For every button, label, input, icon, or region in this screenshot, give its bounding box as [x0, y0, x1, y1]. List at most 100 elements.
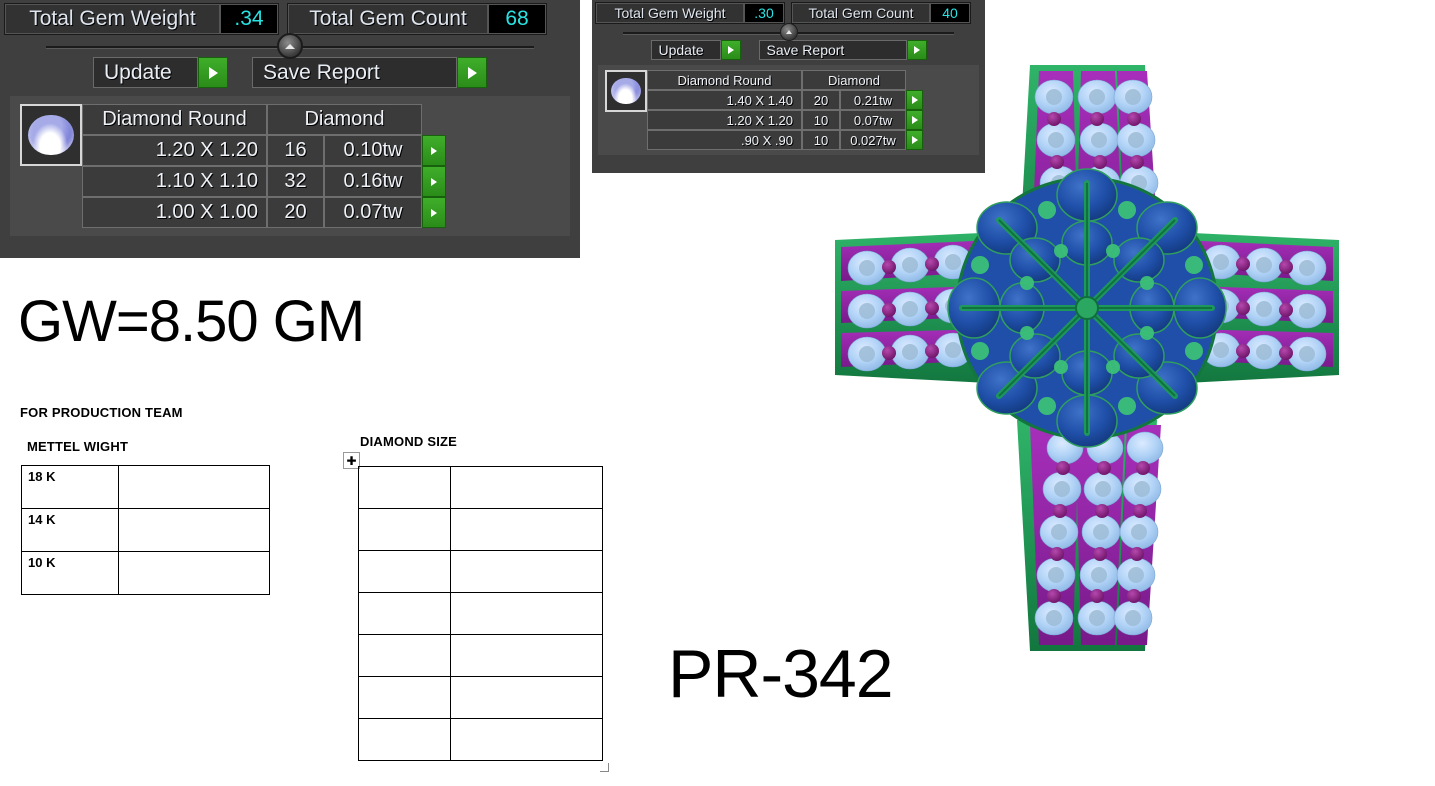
diamond-size-cell[interactable]	[359, 509, 451, 551]
karat-value-cell[interactable]	[119, 509, 270, 552]
column-header-diamond-round: Diamond Round	[82, 104, 267, 135]
table-row	[359, 719, 603, 761]
cross-arm-bottom	[1017, 420, 1163, 651]
gem-table-rows: Diamond Round Diamond 1.20 X 1.20 16 0.1…	[82, 104, 560, 228]
diamond-qty-cell[interactable]	[451, 509, 603, 551]
total-gem-weight-value: .34	[220, 4, 278, 34]
cross-geometry	[835, 65, 1339, 651]
karat-cell: 18 K	[22, 466, 119, 509]
gem-size-cell: .90 X .90	[647, 130, 802, 150]
table-row	[359, 551, 603, 593]
diamond-size-cell[interactable]	[359, 635, 451, 677]
metal-weight-heading: METTEL WIGHT	[27, 439, 128, 454]
diamond-qty-cell[interactable]	[451, 677, 603, 719]
row-action-button[interactable]	[422, 166, 446, 197]
panel-divider	[0, 35, 580, 57]
metal-weight-table: 18 K 14 K 10 K	[21, 465, 270, 595]
karat-value-cell[interactable]	[119, 466, 270, 509]
diamond-size-cell[interactable]	[359, 719, 451, 761]
total-gem-weight-label: Total Gem Weight	[5, 4, 220, 34]
gem-size-cell: 1.20 X 1.20	[647, 110, 802, 130]
gem-size-cell: 1.40 X 1.40	[647, 90, 802, 110]
diamond-size-cell[interactable]	[359, 677, 451, 719]
play-arrow-icon	[728, 46, 734, 54]
update-button-label: Update	[93, 57, 198, 88]
gross-weight-label: GW=8.50 GM	[18, 288, 364, 355]
center-medallion	[948, 169, 1226, 447]
diamond-qty-cell[interactable]	[451, 467, 603, 509]
table-row	[359, 635, 603, 677]
karat-value-cell[interactable]	[119, 552, 270, 595]
chevron-up-icon	[786, 30, 792, 34]
diamond-size-cell[interactable]	[359, 593, 451, 635]
collapse-panel-button[interactable]	[277, 33, 303, 59]
diamond-size-cell[interactable]	[359, 467, 451, 509]
karat-cell: 14 K	[22, 509, 119, 552]
karat-cell: 10 K	[22, 552, 119, 595]
play-arrow-icon	[468, 67, 477, 79]
save-report-button[interactable]: Save Report	[252, 57, 487, 88]
cross-pendant-3d-view[interactable]	[825, 55, 1425, 660]
table-row: 1.20 X 1.20 16 0.10tw	[82, 135, 560, 166]
diamond-size-table	[358, 466, 603, 761]
gem-qty-cell: 32	[267, 166, 324, 197]
move-cross-icon: ✚	[346, 455, 356, 467]
play-arrow-icon	[209, 67, 218, 79]
chevron-up-icon	[285, 44, 295, 49]
total-gem-count-value: 68	[488, 4, 546, 34]
update-button-label: Update	[651, 40, 721, 60]
gem-table-frame: Diamond Round Diamond 1.20 X 1.20 16 0.1…	[10, 96, 570, 236]
table-row: 18 K	[22, 466, 270, 509]
total-gem-count-value: 40	[930, 3, 970, 23]
gem-size-cell: 1.10 X 1.10	[82, 166, 267, 197]
actions-row: Update Save Report	[0, 57, 580, 96]
table-row	[359, 467, 603, 509]
diamond-qty-cell[interactable]	[451, 719, 603, 761]
gem-tw-cell: 0.10tw	[324, 135, 422, 166]
table-row: 14 K	[22, 509, 270, 552]
gem-thumbnail[interactable]	[20, 104, 82, 166]
table-row: 10 K	[22, 552, 270, 595]
play-arrow-icon	[431, 178, 437, 186]
column-header-diamond: Diamond	[267, 104, 422, 135]
diamond-size-cell[interactable]	[359, 551, 451, 593]
play-arrow-icon	[431, 147, 437, 155]
table-row	[359, 677, 603, 719]
gem-qty-cell: 16	[267, 135, 324, 166]
diamond-size-heading: DIAMOND SIZE	[360, 434, 457, 449]
column-header-diamond-round: Diamond Round	[647, 70, 802, 90]
totals-row: Total Gem Weight .34 Total Gem Count 68	[0, 0, 580, 35]
total-gem-count-box: Total Gem Count 68	[287, 3, 547, 35]
totals-row: Total Gem Weight .30 Total Gem Count 40	[592, 0, 985, 24]
table-row: 1.00 X 1.00 20 0.07tw	[82, 197, 560, 228]
gem-thumbnail[interactable]	[605, 70, 647, 112]
total-gem-weight-label: Total Gem Weight	[596, 3, 744, 23]
panel-divider	[592, 24, 985, 40]
gem-size-cell: 1.00 X 1.00	[82, 197, 267, 228]
save-report-button-label: Save Report	[252, 57, 457, 88]
total-gem-count-label: Total Gem Count	[288, 4, 488, 34]
update-arrow-icon[interactable]	[198, 57, 228, 88]
diamond-qty-cell[interactable]	[451, 635, 603, 677]
save-report-arrow-icon[interactable]	[457, 57, 487, 88]
row-action-button[interactable]	[422, 197, 446, 228]
table-resize-handle[interactable]	[600, 763, 609, 772]
collapse-panel-button[interactable]	[780, 23, 798, 41]
update-button[interactable]: Update	[651, 40, 741, 60]
diamond-qty-cell[interactable]	[451, 551, 603, 593]
update-arrow-icon[interactable]	[721, 40, 741, 60]
table-row	[359, 509, 603, 551]
diamond-gem-icon	[28, 115, 73, 156]
total-gem-count-box: Total Gem Count 40	[791, 2, 971, 24]
play-arrow-icon	[431, 209, 437, 217]
row-action-button[interactable]	[422, 135, 446, 166]
gem-table: Diamond Round Diamond 1.20 X 1.20 16 0.1…	[20, 104, 560, 228]
total-gem-weight-value: .30	[744, 3, 784, 23]
total-gem-weight-box: Total Gem Weight .34	[4, 3, 279, 35]
gem-report-panel-primary: Total Gem Weight .34 Total Gem Count 68 …	[0, 0, 580, 258]
table-row	[359, 593, 603, 635]
update-button[interactable]: Update	[93, 57, 228, 88]
gem-table-header-row: Diamond Round Diamond	[82, 104, 560, 135]
diamond-qty-cell[interactable]	[451, 593, 603, 635]
gem-size-cell: 1.20 X 1.20	[82, 135, 267, 166]
